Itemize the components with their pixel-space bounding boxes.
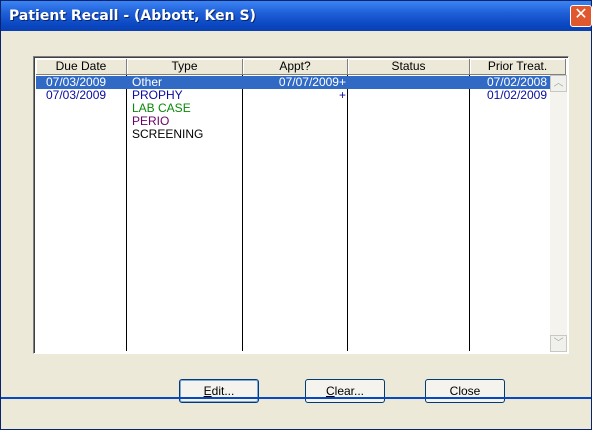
- scroll-up-button[interactable]: ︿: [550, 75, 567, 92]
- close-icon: ✕: [574, 6, 588, 23]
- column-separator: [126, 75, 127, 351]
- close-window-button[interactable]: ✕: [570, 5, 592, 27]
- column-header-due-date[interactable]: Due Date: [36, 59, 127, 75]
- column-separator: [469, 75, 470, 351]
- appt-cell: 07/07/2009+: [278, 75, 346, 89]
- window-title: Patient Recall - (Abbott, Ken S): [9, 8, 256, 24]
- recall-list[interactable]: Due Date Type Appt? Status Prior Treat. …: [33, 56, 569, 354]
- column-separator: [347, 75, 348, 351]
- patient-recall-window: Patient Recall - (Abbott, Ken S) ✕ Due D…: [0, 0, 592, 430]
- column-header-prior-treat[interactable]: Prior Treat.: [470, 59, 566, 75]
- column-header-status[interactable]: Status: [348, 59, 470, 75]
- table-row[interactable]: 07/03/2009 Other 07/07/2009+ 07/02/2008: [36, 76, 550, 89]
- edit-button[interactable]: Edit...: [179, 379, 259, 403]
- clear-label: lear...: [334, 384, 365, 398]
- column-header-type[interactable]: Type: [127, 59, 243, 75]
- edit-label: dit...: [211, 384, 235, 398]
- column-header-appt[interactable]: Appt?: [243, 59, 348, 75]
- vertical-scrollbar[interactable]: ︿ ﹀: [550, 75, 567, 352]
- clear-mnemonic: C: [325, 384, 335, 398]
- edit-mnemonic: E: [203, 384, 212, 398]
- table-row[interactable]: 07/03/2009 PROPHY + 01/02/2009: [36, 89, 550, 102]
- due-date-cell: 07/03/2009: [46, 88, 107, 102]
- appt-cell: +: [338, 88, 346, 102]
- window-bottom-border: [1, 397, 591, 399]
- column-separator: [242, 75, 243, 351]
- title-bar[interactable]: Patient Recall - (Abbott, Ken S) ✕: [1, 1, 592, 31]
- prior-treat-cell: 01/02/2009: [486, 88, 547, 102]
- chevron-down-icon: ﹀: [553, 338, 564, 349]
- type-line-screening: SCREENING: [132, 127, 204, 141]
- scroll-down-button[interactable]: ﹀: [550, 335, 567, 352]
- close-label: Close: [449, 384, 481, 398]
- close-button[interactable]: Close: [425, 379, 505, 403]
- dialog-body: Due Date Type Appt? Status Prior Treat. …: [5, 31, 587, 427]
- chevron-up-icon: ︿: [553, 78, 564, 89]
- clear-button[interactable]: Clear...: [305, 379, 385, 403]
